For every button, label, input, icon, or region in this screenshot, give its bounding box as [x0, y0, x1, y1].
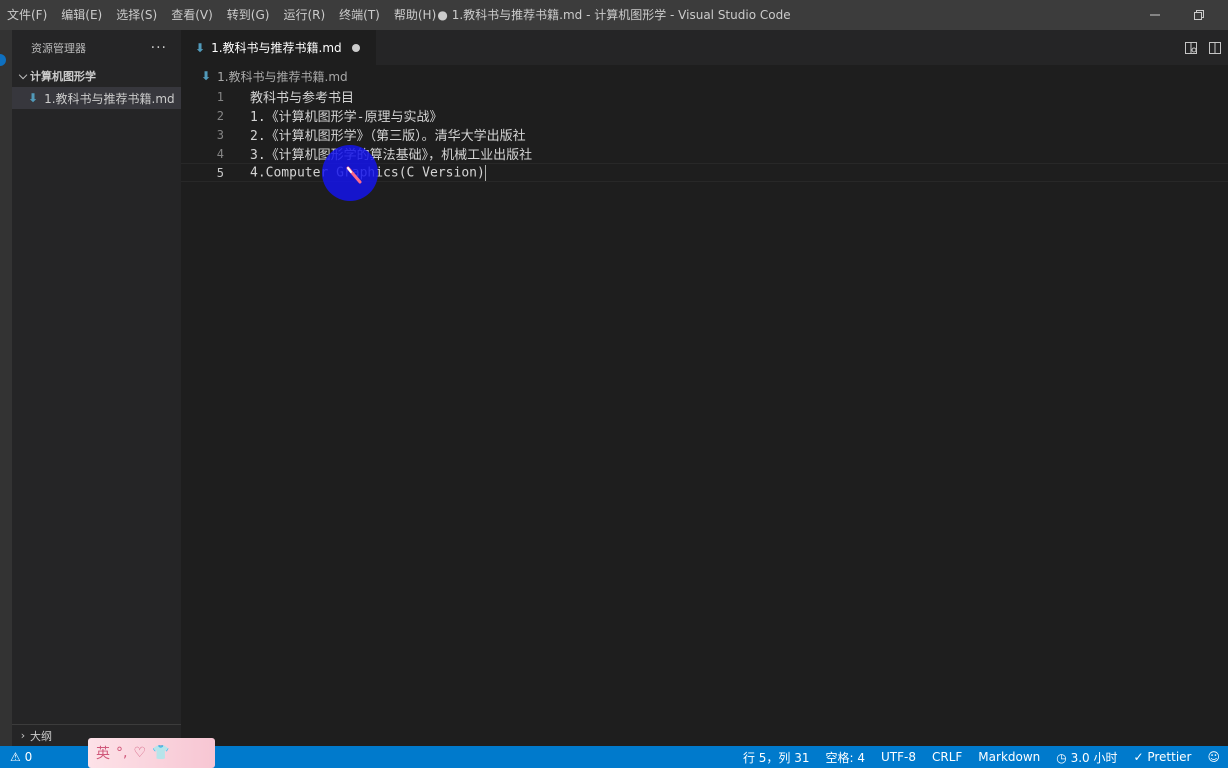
- line-ending[interactable]: CRLF: [924, 750, 970, 764]
- open-preview-icon[interactable]: [1184, 41, 1198, 55]
- line-text: 1.《计算机图形学-原理与实战》: [250, 110, 443, 125]
- menu-bar: 文件(F) 编辑(E) 选择(S) 查看(V) 转到(G) 运行(R) 终端(T…: [0, 0, 443, 30]
- markdown-file-icon: ⬇: [201, 69, 212, 83]
- menu-edit[interactable]: 编辑(E): [54, 0, 109, 30]
- prettier-status[interactable]: ✓ Prettier: [1125, 750, 1199, 764]
- explorer-title: 资源管理器: [31, 41, 86, 55]
- folder-tree-item[interactable]: ⌵ 计算机图形学: [12, 65, 181, 87]
- explorer-sidebar: 资源管理器 ··· ⌵ 计算机图形学 ⬇ 1.教科书与推荐书籍.md › 大纲: [12, 30, 181, 746]
- ime-toolbar[interactable]: 英 °, ♡ 👕: [88, 738, 215, 768]
- language-mode[interactable]: Markdown: [970, 750, 1048, 764]
- menu-terminal[interactable]: 终端(T): [332, 0, 387, 30]
- ime-punctuation-icon[interactable]: °,: [116, 745, 127, 761]
- text-cursor: [484, 164, 486, 181]
- title-bar: 文件(F) 编辑(E) 选择(S) 查看(V) 转到(G) 运行(R) 终端(T…: [0, 0, 1228, 30]
- ime-mode[interactable]: 英: [96, 743, 110, 763]
- file-tree-item[interactable]: ⬇ 1.教科书与推荐书籍.md: [12, 87, 181, 109]
- status-right: 行 5，列 31 空格: 4 UTF-8 CRLF Markdown ◷ 3.0…: [735, 746, 1228, 768]
- more-actions-icon[interactable]: ···: [151, 40, 167, 56]
- code-line[interactable]: 1 教科书与参考书目: [181, 87, 1228, 107]
- feedback-icon[interactable]: ☺: [1199, 750, 1228, 764]
- line-number: 1: [216, 89, 224, 104]
- time-value: 3.0 小时: [1070, 750, 1118, 765]
- code-line[interactable]: 2 1.《计算机图形学-原理与实战》: [181, 106, 1228, 126]
- code-line[interactable]: 3 2.《计算机图形学》（第三版）。清华大学出版社: [181, 125, 1228, 145]
- menu-view[interactable]: 查看(V): [164, 0, 220, 30]
- minimize-icon: [1150, 14, 1160, 16]
- menu-selection[interactable]: 选择(S): [109, 0, 164, 30]
- time-tracker[interactable]: ◷ 3.0 小时: [1048, 749, 1125, 766]
- tab-active-file[interactable]: ⬇ 1.教科书与推荐书籍.md: [181, 30, 376, 65]
- menu-run[interactable]: 运行(R): [276, 0, 332, 30]
- outline-title: 大纲: [30, 729, 52, 743]
- indentation[interactable]: 空格: 4: [818, 749, 874, 766]
- line-number: 4: [216, 146, 224, 161]
- minimize-button[interactable]: [1132, 0, 1178, 30]
- restore-button[interactable]: [1176, 0, 1222, 30]
- menu-help[interactable]: 帮助(H): [387, 0, 443, 30]
- markdown-file-icon: ⬇: [28, 91, 39, 105]
- editor-actions: [1184, 30, 1222, 65]
- menu-go[interactable]: 转到(G): [220, 0, 277, 30]
- file-encoding[interactable]: UTF-8: [873, 750, 924, 764]
- breadcrumb-file[interactable]: 1.教科书与推荐书籍.md: [217, 68, 348, 85]
- clock-icon: ◷: [1056, 750, 1071, 765]
- activity-bar: [0, 30, 12, 746]
- chevron-down-icon: ⌵: [18, 69, 28, 82]
- editor-tab-bar: ⬇ 1.教科书与推荐书籍.md: [181, 30, 1228, 65]
- line-text: 3.《计算机图形学的算法基础》，机械工业出版社: [250, 148, 533, 163]
- problems-indicator[interactable]: ⚠ 0: [2, 750, 40, 764]
- line-text: 2.《计算机图形学》（第三版）。清华大学出版社: [250, 129, 526, 144]
- file-name: 1.教科书与推荐书籍.md: [44, 91, 175, 106]
- folder-name: 计算机图形学: [30, 70, 96, 83]
- tab-label: 1.教科书与推荐书籍.md: [211, 41, 342, 55]
- pen-cursor-icon: [346, 166, 362, 184]
- line-number: 3: [216, 127, 224, 142]
- unsaved-dot-icon[interactable]: [351, 43, 360, 52]
- status-left: ⚠ 0: [0, 746, 40, 768]
- skin-icon[interactable]: 👕: [152, 745, 169, 761]
- heart-icon[interactable]: ♡: [133, 745, 146, 761]
- cursor-position[interactable]: 行 5，列 31: [735, 749, 818, 766]
- line-number: 2: [216, 108, 224, 123]
- prettier-label: Prettier: [1147, 750, 1192, 764]
- line-text: 教科书与参考书目: [250, 91, 355, 106]
- line-number: 5: [216, 165, 224, 180]
- check-icon: ✓: [1133, 750, 1148, 764]
- breadcrumb: ⬇ 1.教科书与推荐书籍.md: [181, 65, 1228, 87]
- notification-badge: [0, 54, 6, 66]
- menu-file[interactable]: 文件(F): [0, 0, 54, 30]
- split-editor-icon[interactable]: [1208, 41, 1222, 55]
- markdown-file-icon: ⬇: [195, 40, 206, 55]
- chevron-right-icon: ›: [20, 729, 26, 742]
- sidebar-header: 资源管理器 ···: [12, 30, 181, 65]
- restore-icon: [1194, 10, 1204, 20]
